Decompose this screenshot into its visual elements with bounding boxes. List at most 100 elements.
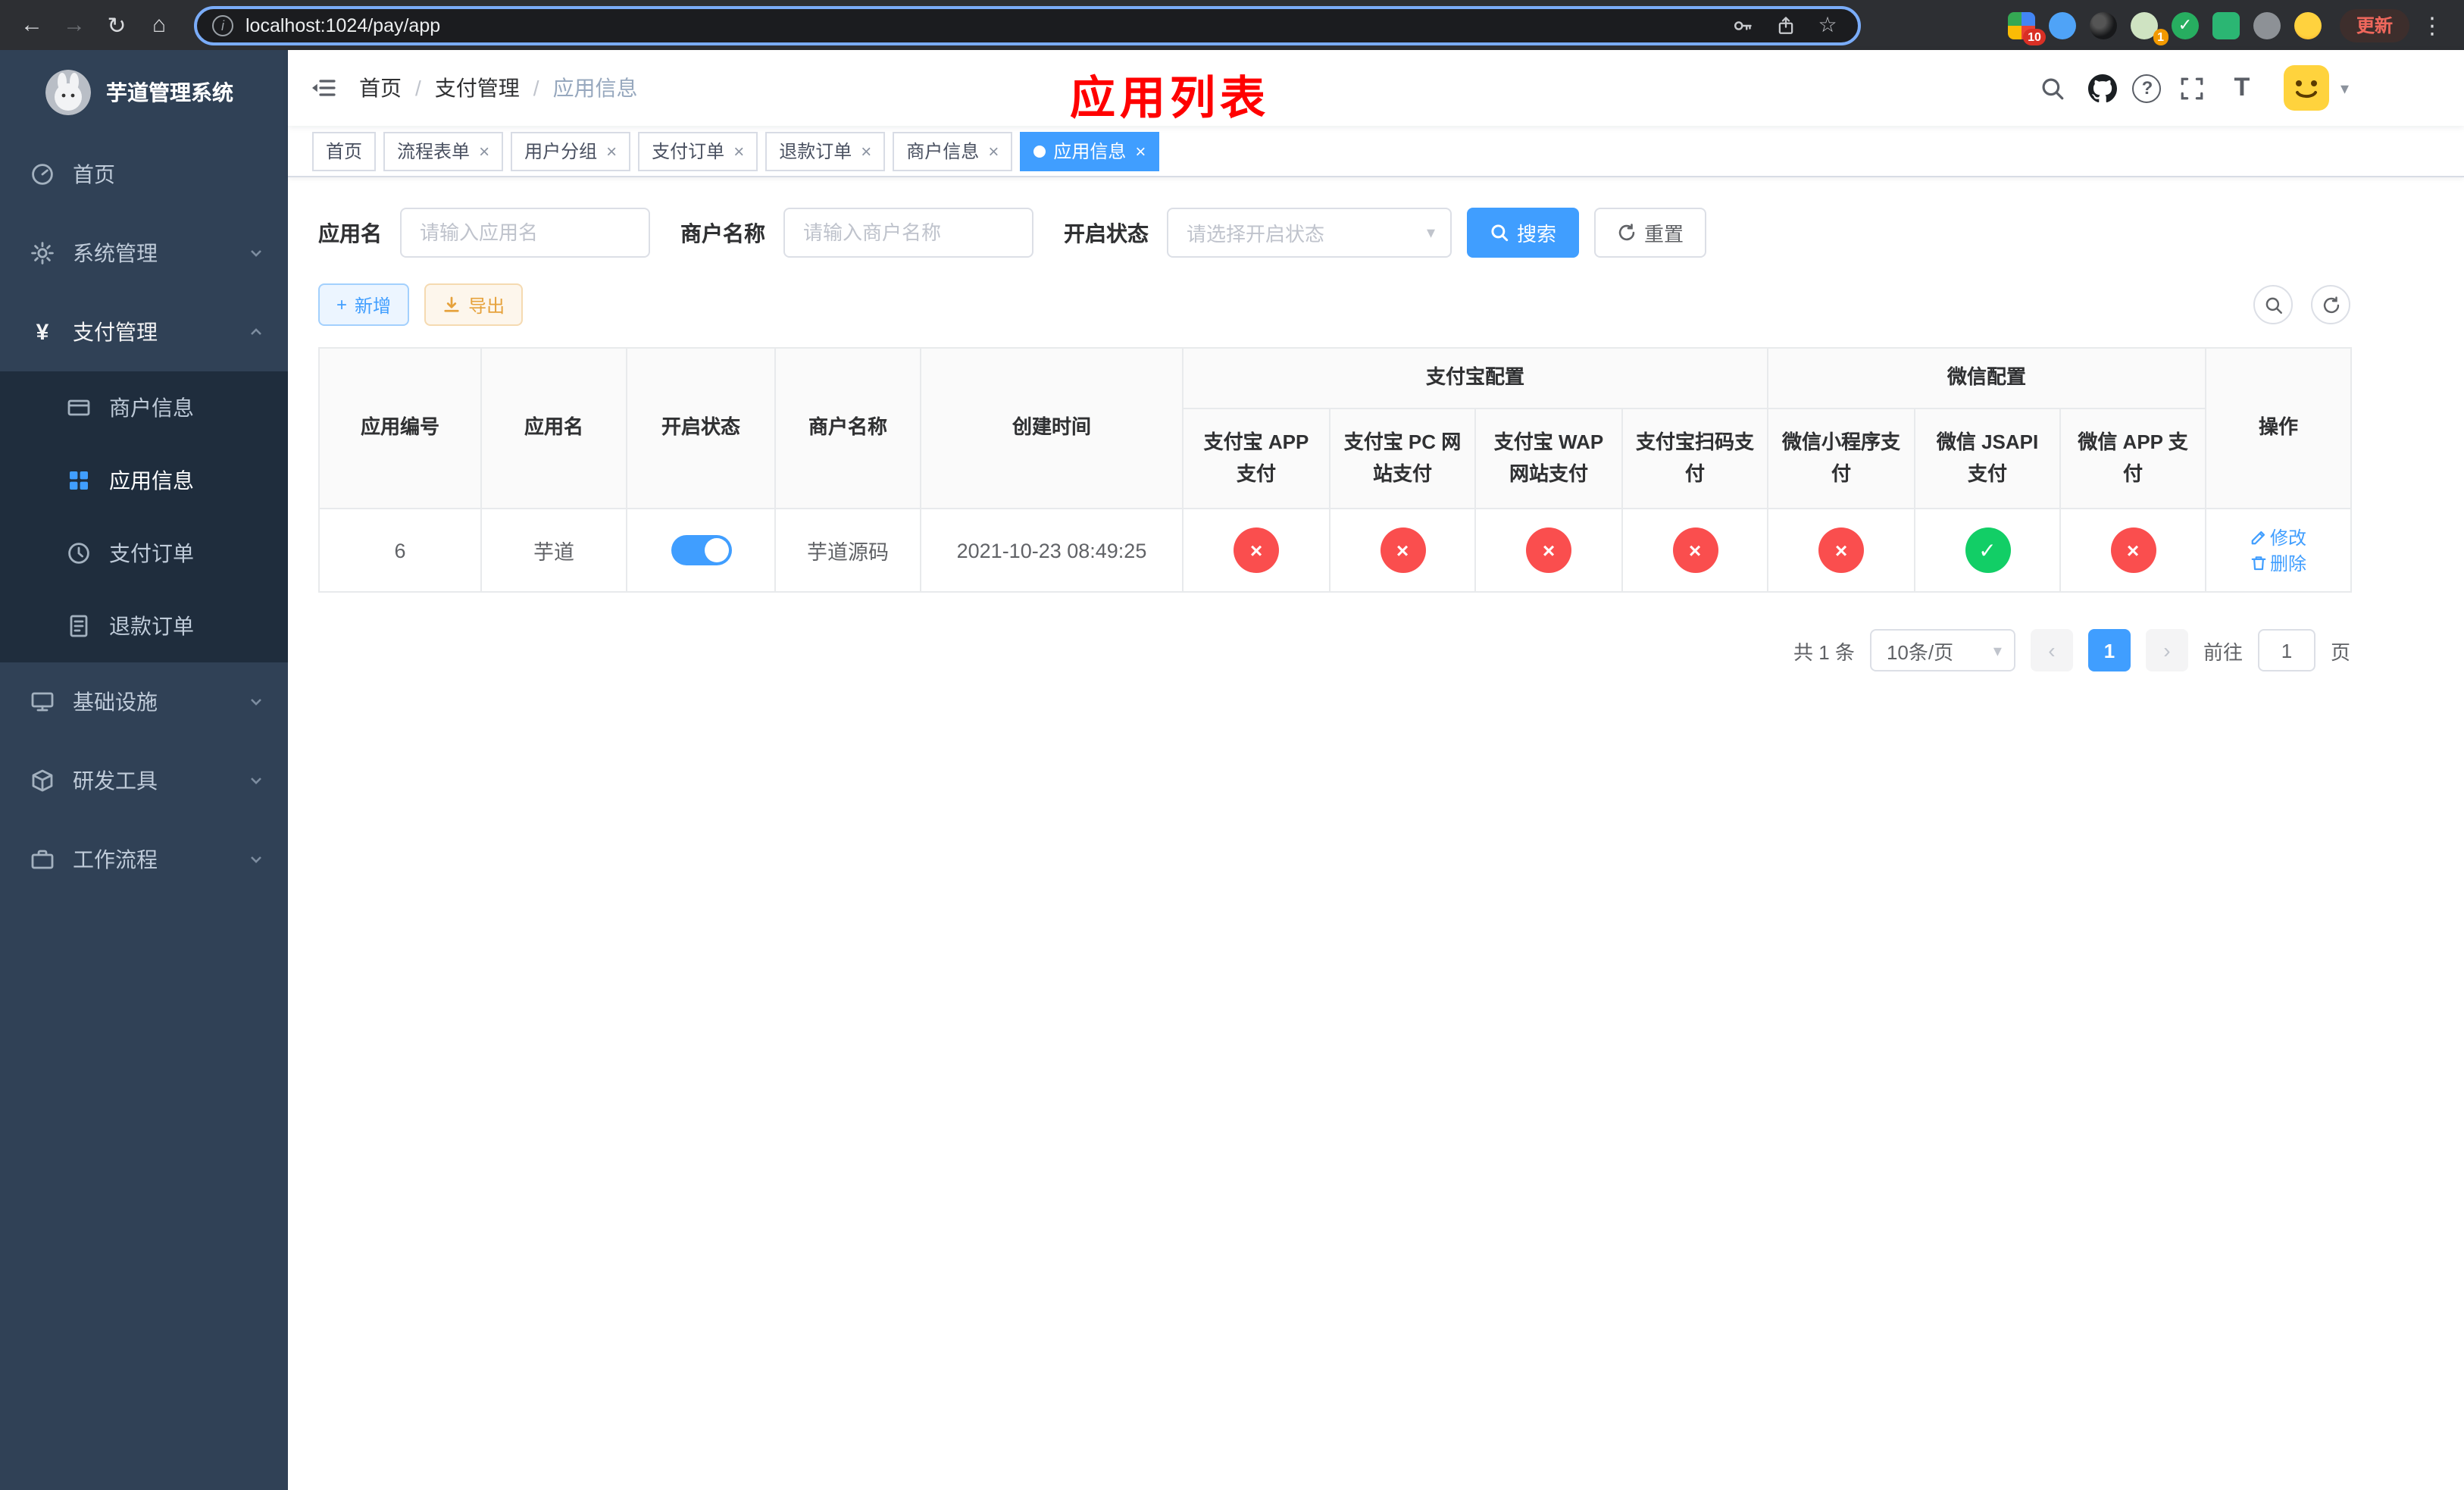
sidebar-item-merchant-info[interactable]: 商户信息 [0, 371, 288, 444]
tab-close-icon[interactable]: × [479, 140, 489, 161]
tab-merchant-info[interactable]: 商户信息 × [893, 131, 1013, 171]
cell-wx-jsapi: ✓ [1914, 508, 2062, 593]
tab-app-info[interactable]: 应用信息 × [1020, 131, 1160, 171]
tab-close-icon[interactable]: × [733, 140, 744, 161]
cell-actions: 修改 删除 [2205, 508, 2353, 593]
tab-home[interactable]: 首页 [312, 131, 377, 171]
edit-link[interactable]: 修改 [2250, 524, 2306, 550]
search-icon[interactable] [2033, 68, 2072, 108]
sidebar-item-devtools[interactable]: 研发工具 [0, 741, 288, 820]
github-icon[interactable] [2083, 68, 2122, 108]
merchant-name-input[interactable] [783, 208, 1033, 258]
breadcrumb-payment[interactable]: 支付管理 [435, 73, 520, 103]
tab-close-icon[interactable]: × [861, 140, 871, 161]
status-toggle[interactable] [671, 535, 731, 565]
home-icon[interactable]: ⌂ [139, 5, 179, 45]
fullscreen-icon[interactable] [2172, 68, 2212, 108]
navbar-actions: ? T ▾ [2033, 65, 2464, 111]
col-header-alipay-pc: 支付宝 PC 网站支付 [1329, 408, 1476, 509]
export-button[interactable]: 导出 [424, 283, 524, 326]
caret-down-icon: ▾ [1993, 642, 2002, 660]
col-header-alipay-app: 支付宝 APP 支付 [1182, 408, 1330, 509]
status-label: 开启状态 [1064, 221, 1149, 245]
extension-blocks-icon[interactable]: 10 [2007, 11, 2046, 45]
sidebar-item-system[interactable]: 系统管理 [0, 214, 288, 293]
sidebar-item-home[interactable]: 首页 [0, 135, 288, 214]
address-bar[interactable]: i localhost:1024/pay/app ☆ [194, 5, 1861, 45]
bank-card-icon [67, 396, 91, 420]
extension-square-icon[interactable] [2212, 11, 2240, 39]
tab-pay-order[interactable]: 支付订单 × [638, 131, 758, 171]
refresh-table-icon[interactable] [2311, 285, 2350, 324]
browser-menu-icon[interactable]: ⋮ [2412, 5, 2452, 45]
reload-icon[interactable]: ↻ [97, 5, 136, 45]
sidebar-item-payment[interactable]: ¥ 支付管理 [0, 293, 288, 371]
tab-user-group[interactable]: 用户分组 × [511, 131, 631, 171]
tab-process-form[interactable]: 流程表单 × [383, 131, 504, 171]
show-search-icon[interactable] [2253, 285, 2293, 324]
add-button[interactable]: + 新增 [318, 283, 410, 326]
update-button[interactable]: 更新 [2339, 8, 2409, 42]
sidebar-item-label: 支付管理 [73, 320, 158, 344]
tab-close-icon[interactable]: × [988, 140, 999, 161]
col-header-app-name: 应用名 [480, 347, 627, 509]
share-icon[interactable] [1770, 14, 1800, 36]
sidebar-item-pay-order[interactable]: 支付订单 [0, 517, 288, 590]
sidebar-item-infra[interactable]: 基础设施 [0, 662, 288, 741]
extension-check-icon[interactable]: ✓ [2171, 11, 2199, 39]
extension-avatar-icon[interactable]: 1 [2130, 11, 2169, 45]
tab-refund-order[interactable]: 退款订单 × [765, 131, 886, 171]
back-icon[interactable]: ← [12, 5, 52, 45]
bookmark-star-icon[interactable]: ☆ [1812, 12, 1843, 38]
reset-button[interactable]: 重置 [1594, 208, 1707, 258]
sidebar-item-workflow[interactable]: 工作流程 [0, 820, 288, 899]
site-info-icon[interactable]: i [212, 14, 233, 36]
app-logo[interactable]: 芋道管理系统 [0, 50, 288, 135]
profile-avatar-icon[interactable] [2294, 11, 2322, 39]
logo-avatar-icon [45, 70, 91, 115]
password-key-icon[interactable] [1728, 14, 1758, 36]
delete-link[interactable]: 删除 [2250, 550, 2306, 576]
font-size-icon[interactable]: T [2222, 68, 2262, 108]
col-header-alipay-wap: 支付宝 WAP 网站支付 [1474, 408, 1623, 509]
sidebar-item-label: 退款订单 [109, 614, 194, 638]
breadcrumb-home[interactable]: 首页 [359, 73, 402, 103]
sidebar-item-app-info[interactable]: 应用信息 [0, 444, 288, 517]
tab-close-icon[interactable]: × [606, 140, 617, 161]
tab-close-icon[interactable]: × [1135, 140, 1146, 161]
alipay-app-status-icon: × [1234, 527, 1279, 573]
extension-dark-icon[interactable] [2089, 11, 2117, 39]
dashboard-icon [30, 162, 55, 186]
cell-alipay-qr: × [1621, 508, 1769, 593]
search-button[interactable]: 搜索 [1467, 208, 1580, 258]
chevron-up-icon [249, 324, 264, 340]
breadcrumb: 首页 / 支付管理 / 应用信息 [359, 73, 638, 103]
briefcase-icon [30, 847, 55, 872]
extension-blue-icon[interactable] [2048, 11, 2076, 39]
next-page-button[interactable]: › [2145, 629, 2188, 671]
forward-icon[interactable]: → [55, 5, 94, 45]
col-header-created: 创建时间 [920, 347, 1184, 509]
tab-label: 用户分组 [524, 141, 598, 162]
extensions-puzzle-icon[interactable] [2253, 11, 2281, 39]
goto-page-input[interactable] [2257, 629, 2315, 671]
cell-wx-mini: × [1767, 508, 1916, 593]
chevron-down-icon [249, 694, 264, 709]
prev-page-button[interactable]: ‹ [2030, 629, 2073, 671]
gear-icon [30, 241, 55, 265]
page-1-button[interactable]: 1 [2087, 629, 2131, 671]
status-select[interactable]: 请选择开启状态 ▾ [1167, 208, 1452, 258]
user-caret-icon[interactable]: ▾ [2340, 78, 2349, 98]
wechat-jsapi-status-icon: ✓ [1965, 527, 2011, 573]
sidebar-item-label: 研发工具 [73, 768, 158, 793]
check-glyph: ✓ [2178, 17, 2193, 35]
col-header-wx-jsapi: 微信 JSAPI 支付 [1914, 408, 2062, 509]
extension-badge: 1 [2153, 28, 2169, 45]
user-avatar[interactable] [2284, 65, 2330, 111]
sidebar-fold-icon[interactable] [288, 76, 359, 100]
app-name-input[interactable] [400, 208, 650, 258]
page-size-select[interactable]: 10条/页 ▾ [1869, 629, 2015, 671]
sidebar-item-refund-order[interactable]: 退款订单 [0, 590, 288, 662]
goto-label: 前往 [2203, 640, 2243, 663]
help-icon[interactable]: ? [2132, 74, 2162, 102]
